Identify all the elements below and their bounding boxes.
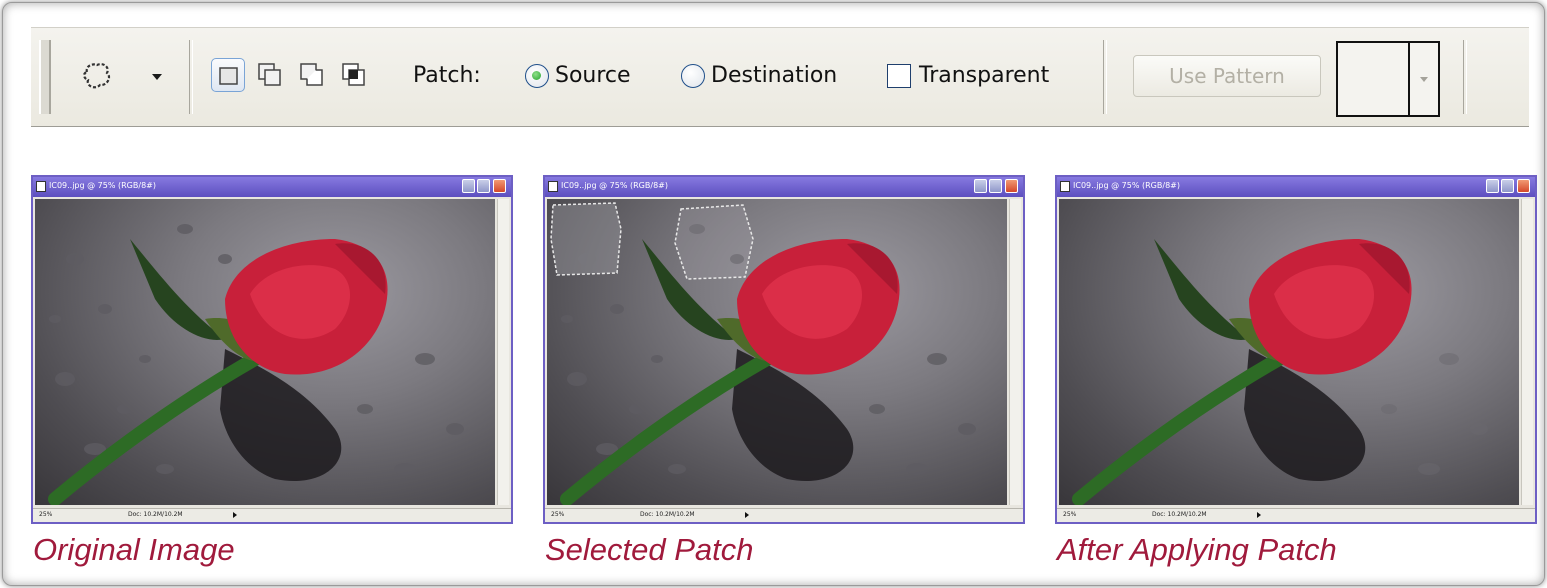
new-selection-icon — [219, 67, 238, 85]
close-icon[interactable] — [1517, 179, 1530, 193]
status-menu-arrow-icon[interactable] — [1257, 512, 1261, 518]
patch-options-bar: Patch: Source Destination Transparent Us… — [31, 27, 1529, 127]
doc-size: Doc: 10.2M/10.2M — [640, 511, 695, 518]
rose-bloom — [225, 239, 388, 375]
close-icon[interactable] — [493, 179, 506, 193]
vertical-scrollbar[interactable] — [1009, 199, 1021, 505]
doc-size: Doc: 10.2M/10.2M — [128, 511, 183, 518]
rose-bloom — [737, 239, 900, 375]
status-menu-arrow-icon[interactable] — [233, 512, 237, 518]
window-statusbar: 25% Doc: 10.2M/10.2M — [33, 508, 511, 522]
use-pattern-button[interactable]: Use Pattern — [1133, 55, 1321, 97]
pattern-dropdown-arrow-icon[interactable] — [1420, 77, 1428, 82]
add-to-selection-icon — [258, 63, 281, 86]
window-statusbar: 25% Doc: 10.2M/10.2M — [545, 508, 1023, 522]
document-icon — [36, 181, 46, 192]
rose-photo-original[interactable] — [35, 199, 495, 505]
zoom-level[interactable]: 25% — [1063, 509, 1076, 521]
rose-photo-selected[interactable] — [547, 199, 1007, 505]
patch-label: Patch: — [413, 63, 481, 88]
image-window-selected-patch: IC09..jpg @ 75% (RGB/8#) 25% Doc: 10.2M/… — [543, 175, 1025, 524]
maximize-icon[interactable] — [989, 179, 1002, 193]
vertical-scrollbar[interactable] — [1521, 199, 1533, 505]
toolbar-grip[interactable] — [39, 40, 51, 114]
window-title: IC09..jpg @ 75% (RGB/8#) — [561, 181, 668, 190]
maximize-icon[interactable] — [1501, 179, 1514, 193]
radio-selected-dot — [532, 71, 541, 80]
minimize-icon[interactable] — [974, 179, 987, 193]
water-droplets — [1381, 353, 1488, 475]
patch-selection-destination[interactable] — [674, 204, 754, 280]
tool-preset-dropdown-arrow-icon[interactable] — [152, 74, 162, 80]
toolbar-separator — [189, 40, 193, 114]
maximize-icon[interactable] — [477, 179, 490, 193]
zoom-level[interactable]: 25% — [551, 509, 564, 521]
vertical-scrollbar[interactable] — [497, 199, 509, 505]
close-icon[interactable] — [1005, 179, 1018, 193]
image-window-original: IC09..jpg @ 75% (RGB/8#) 25% Doc: 10.2M/… — [31, 175, 513, 524]
image-window-after-patch: IC09..jpg @ 75% (RGB/8#) 25% Doc: 10.2M/… — [1055, 175, 1537, 524]
window-title: IC09..jpg @ 75% (RGB/8#) — [49, 181, 156, 190]
caption-after-patch: After Applying Patch — [1057, 532, 1337, 567]
new-selection-button[interactable] — [211, 58, 245, 92]
patch-tool-icon[interactable] — [79, 58, 115, 94]
window-titlebar[interactable]: IC09..jpg @ 75% (RGB/8#) — [1057, 177, 1535, 197]
add-to-selection-button[interactable] — [253, 58, 287, 92]
transparent-label[interactable]: Transparent — [919, 62, 1049, 90]
rose-bloom — [1249, 239, 1412, 375]
figure-frame: Patch: Source Destination Transparent Us… — [2, 2, 1545, 586]
subtract-from-selection-icon — [300, 63, 323, 86]
source-label[interactable]: Source — [555, 62, 631, 90]
subtract-from-selection-button[interactable] — [295, 58, 329, 92]
doc-size: Doc: 10.2M/10.2M — [1152, 511, 1207, 518]
minimize-icon[interactable] — [1486, 179, 1499, 193]
pattern-picker[interactable] — [1336, 41, 1440, 117]
intersect-selection-icon — [342, 63, 365, 86]
window-statusbar: 25% Doc: 10.2M/10.2M — [1057, 508, 1535, 522]
window-title: IC09..jpg @ 75% (RGB/8#) — [1073, 181, 1180, 190]
transparent-checkbox[interactable] — [887, 64, 911, 88]
window-titlebar[interactable]: IC09..jpg @ 75% (RGB/8#) — [33, 177, 511, 197]
destination-radio[interactable] — [681, 64, 705, 88]
status-menu-arrow-icon[interactable] — [745, 512, 749, 518]
patch-selection-source[interactable] — [550, 202, 622, 276]
toolbar-separator — [1463, 40, 1467, 114]
source-radio[interactable] — [525, 64, 549, 88]
caption-original: Original Image — [33, 532, 235, 567]
document-icon — [1060, 181, 1070, 192]
pattern-picker-divider — [1408, 43, 1410, 115]
minimize-icon[interactable] — [462, 179, 475, 193]
window-titlebar[interactable]: IC09..jpg @ 75% (RGB/8#) — [545, 177, 1023, 197]
toolbar-separator — [1103, 40, 1107, 114]
rose-photo-after[interactable] — [1059, 199, 1519, 505]
zoom-level[interactable]: 25% — [39, 509, 52, 521]
destination-label[interactable]: Destination — [711, 62, 837, 90]
document-icon — [548, 181, 558, 192]
intersect-selection-button[interactable] — [337, 58, 371, 92]
caption-selected-patch: Selected Patch — [545, 532, 754, 567]
